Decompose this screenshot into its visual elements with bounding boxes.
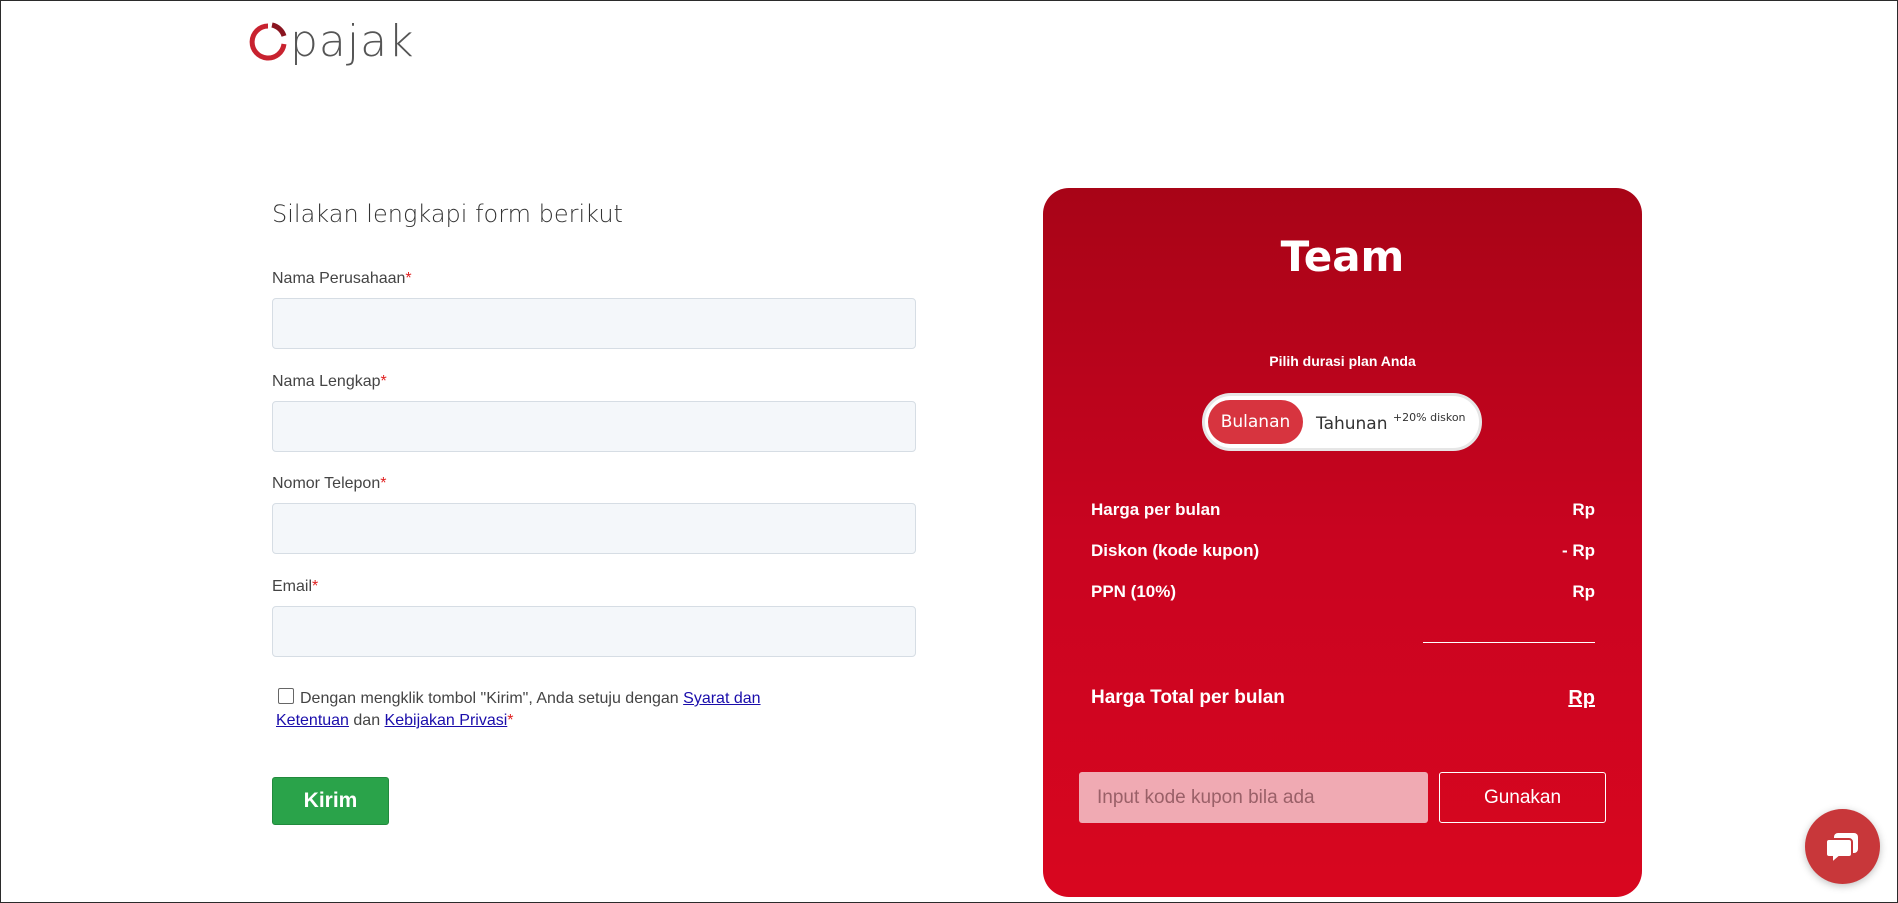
agreement-text: Dengan mengklik tombol "Kirim", Anda set… bbox=[300, 690, 684, 707]
form-title: Silakan lengkapi form berikut bbox=[272, 200, 623, 228]
email-label: Email* bbox=[272, 578, 319, 595]
plan-name: Team bbox=[1280, 232, 1405, 281]
email-input[interactable] bbox=[272, 606, 916, 657]
price-label: Harga per bulan bbox=[1091, 500, 1221, 519]
yearly-discount-badge: +20% diskon bbox=[1392, 411, 1466, 424]
apply-coupon-button[interactable]: Gunakan bbox=[1439, 772, 1606, 823]
company-name-field: Nama Perusahaan* bbox=[272, 270, 916, 349]
duration-toggle: Bulanan Tahunan +20% diskon bbox=[1202, 393, 1482, 451]
full-name-field: Nama Lengkap* bbox=[272, 373, 916, 452]
agreement-and: dan bbox=[348, 712, 385, 729]
pajak-logo[interactable]: pajak bbox=[248, 20, 415, 64]
toggle-yearly[interactable]: Tahunan +20% diskon bbox=[1316, 411, 1466, 434]
tax-label: PPN (10%) bbox=[1091, 582, 1177, 601]
chat-button[interactable] bbox=[1805, 809, 1880, 884]
duration-label: Pilih durasi plan Anda bbox=[1269, 353, 1416, 369]
submit-button[interactable]: Kirim bbox=[272, 777, 389, 825]
discount-value: - Rp bbox=[1561, 541, 1595, 560]
pajak-logo-icon bbox=[249, 22, 287, 61]
email-field: Email* bbox=[272, 578, 916, 657]
privacy-link[interactable]: Kebijakan Privasi bbox=[385, 712, 508, 729]
discount-row: Diskon (kode kupon) - Rp bbox=[1091, 541, 1595, 561]
total-value: Rp bbox=[1568, 687, 1595, 709]
discount-label: Diskon (kode kupon) bbox=[1091, 541, 1260, 560]
full-name-input[interactable] bbox=[272, 401, 916, 452]
agreement: Dengan mengklik tombol "Kirim", Anda set… bbox=[276, 688, 796, 732]
agreement-checkbox[interactable] bbox=[278, 688, 294, 704]
agreement-required: * bbox=[507, 712, 514, 729]
tax-row: PPN (10%) Rp bbox=[1091, 582, 1595, 602]
toggle-monthly[interactable]: Bulanan bbox=[1208, 400, 1303, 444]
plan-card: Team Pilih durasi plan Anda Bulanan Tahu… bbox=[1043, 188, 1642, 897]
phone-label: Nomor Telepon* bbox=[272, 475, 387, 492]
logo-text: pajak bbox=[290, 16, 415, 67]
chat-bubble-icon bbox=[1824, 832, 1858, 865]
phone-input[interactable] bbox=[272, 503, 916, 554]
total-divider bbox=[1423, 642, 1595, 643]
full-name-label: Nama Lengkap* bbox=[272, 373, 387, 390]
tax-value: Rp bbox=[1572, 582, 1595, 601]
total-row: Harga Total per bulan Rp bbox=[1091, 687, 1595, 710]
company-name-input[interactable] bbox=[272, 298, 916, 349]
price-row: Harga per bulan Rp bbox=[1091, 500, 1595, 520]
coupon-input[interactable]: Input kode kupon bila ada bbox=[1079, 772, 1428, 823]
phone-field: Nomor Telepon* bbox=[272, 475, 916, 554]
company-name-label: Nama Perusahaan* bbox=[272, 270, 412, 287]
price-value: Rp bbox=[1572, 500, 1595, 519]
total-label: Harga Total per bulan bbox=[1091, 687, 1285, 708]
